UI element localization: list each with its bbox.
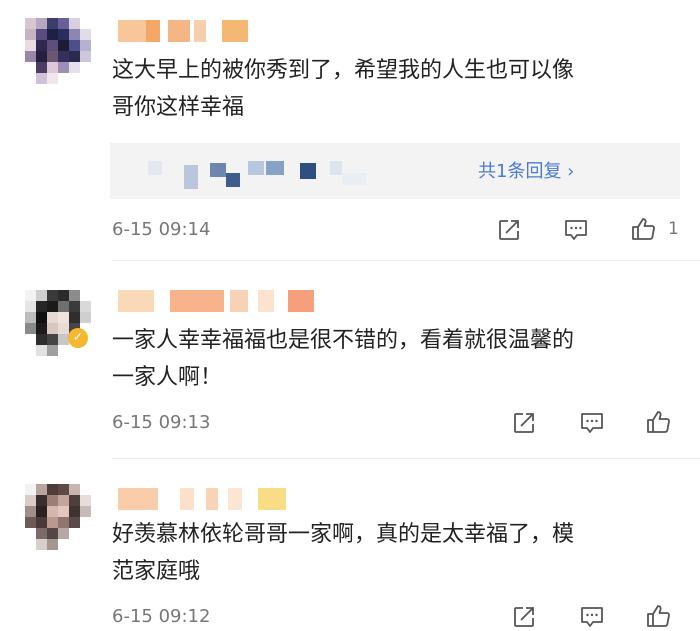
avatar[interactable] xyxy=(25,484,91,550)
comment-timestamp: 6-15 09:14 xyxy=(112,219,211,240)
comment-icon[interactable] xyxy=(579,604,605,630)
thumbs-up-icon[interactable] xyxy=(630,216,656,242)
comment-text: 一家人幸幸福福也是很不错的，看着就很温馨的 一家人啊！ xyxy=(112,328,575,390)
share-icon[interactable] xyxy=(511,410,537,436)
reply-summary[interactable]: 共1条回复 › xyxy=(110,143,680,199)
thumbs-up-icon[interactable] xyxy=(645,409,671,435)
comment-icon[interactable] xyxy=(579,410,605,436)
comment-icon[interactable] xyxy=(563,217,589,243)
comment-item: 这大早上的被你秀到了，希望我的人生也可以像 哥你这样幸福 共1条回复 › 6-1… xyxy=(0,0,700,258)
divider xyxy=(112,260,700,261)
divider xyxy=(112,458,700,459)
username[interactable] xyxy=(118,20,258,42)
share-icon[interactable] xyxy=(511,604,537,630)
thumbs-up-icon[interactable] xyxy=(645,603,671,629)
avatar[interactable] xyxy=(25,18,91,84)
verified-badge-icon: ✓ xyxy=(68,328,88,348)
username[interactable] xyxy=(118,488,298,510)
username[interactable] xyxy=(118,290,318,312)
comment-text: 好羡慕林依轮哥哥一家啊，真的是太幸福了，模 范家庭哦 xyxy=(112,522,575,584)
comment-item: ✓ 一家人幸幸福福也是很不错的，看着就很温馨的 一家人啊！ 6-15 09:13 xyxy=(0,262,700,457)
comment-timestamp: 6-15 09:12 xyxy=(112,606,211,627)
comment-timestamp: 6-15 09:13 xyxy=(112,412,211,433)
share-icon[interactable] xyxy=(496,217,522,243)
comment-text: 这大早上的被你秀到了，希望我的人生也可以像 哥你这样幸福 xyxy=(112,58,575,120)
comment-item: 好羡慕林依轮哥哥一家啊，真的是太幸福了，模 范家庭哦 6-15 09:12 xyxy=(0,460,700,631)
like-count: 1 xyxy=(668,219,679,239)
view-replies-link[interactable]: 共1条回复 › xyxy=(478,157,574,183)
